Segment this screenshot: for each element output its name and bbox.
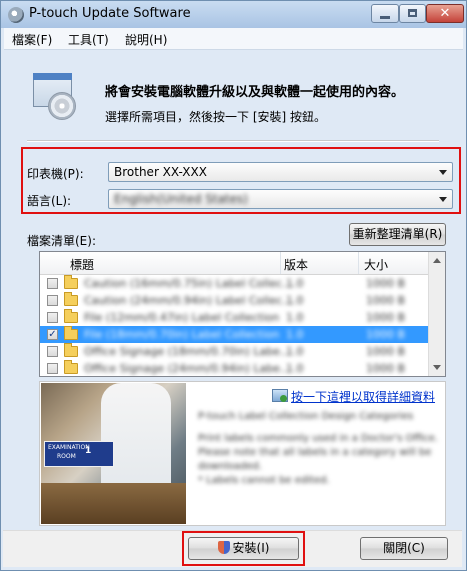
- row-title: Office Signage (24mm/0.94in) Labe...: [84, 362, 291, 375]
- preview-panel: EXAMINATION ROOM 1 按一下這裡以取得詳細資料 P-touch …: [39, 381, 446, 526]
- language-select-value: English(United States): [114, 192, 248, 206]
- sign-text-1: EXAMINATION: [48, 444, 90, 451]
- collection-title: P-touch Label Collection Design Categori…: [198, 411, 414, 422]
- details-link-icon[interactable]: [272, 389, 288, 402]
- sign-text-2: ROOM: [57, 453, 76, 460]
- divider: [27, 140, 439, 142]
- preview-image: EXAMINATION ROOM 1: [41, 383, 186, 524]
- row-title: Caution (16mm/0.75in) Label Collec...: [84, 277, 293, 290]
- sign-number: 1: [85, 446, 92, 456]
- list-item[interactable]: Office Signage (24mm/0.94in) Labe... 1.0 1…: [40, 360, 431, 376]
- column-divider[interactable]: [358, 252, 359, 274]
- desk: [41, 483, 186, 524]
- install-button[interactable]: 安裝(I): [188, 537, 299, 560]
- row-checkbox[interactable]: [47, 278, 58, 289]
- chevron-down-icon: [439, 197, 447, 202]
- list-item[interactable]: ✓ File (18mm/0.70in) Label Collection 1.0 1…: [40, 326, 431, 343]
- chevron-down-icon: [439, 170, 447, 175]
- row-size: 1000 B: [366, 328, 406, 341]
- row-title: File (18mm/0.70in) Label Collection: [84, 328, 280, 341]
- folder-icon: [64, 326, 78, 340]
- description-line: downloaded.: [198, 461, 263, 472]
- refresh-list-button[interactable]: 重新整理清單(R): [349, 223, 446, 246]
- row-version: 1.0: [286, 311, 304, 324]
- details-link[interactable]: 按一下這裡以取得詳細資料: [291, 388, 435, 405]
- minimize-button[interactable]: [371, 4, 399, 23]
- row-version: 1.0: [286, 277, 304, 290]
- title-bar[interactable]: P-touch Update Software ✕: [1, 1, 466, 28]
- folder-icon: [64, 309, 78, 323]
- close-button[interactable]: 關閉(C): [360, 537, 448, 560]
- row-title: Office Signage (18mm/0.70in) Labe...: [84, 345, 291, 358]
- column-size[interactable]: 大小: [364, 256, 388, 273]
- column-title[interactable]: 標題: [70, 256, 94, 273]
- description-line: * Labels cannot be edited.: [198, 475, 330, 486]
- maximize-button[interactable]: [399, 4, 426, 23]
- printer-label: 印表機(P):: [27, 167, 84, 181]
- printer-select-value: Brother XX-XXX: [114, 165, 207, 179]
- language-label: 語言(L):: [27, 194, 72, 208]
- row-title: File (12mm/0.47in) Label Collection: [84, 311, 280, 324]
- row-version: 1.0: [286, 294, 304, 307]
- folder-icon: [64, 275, 78, 289]
- row-version: 1.0: [286, 328, 304, 341]
- menu-tools[interactable]: 工具(T): [68, 31, 109, 48]
- install-button-label: 安裝(I): [232, 541, 270, 555]
- maximize-icon: [408, 9, 417, 17]
- cd-icon: [48, 92, 76, 120]
- page-heading: 將會安裝電腦軟體升級以及與軟體一起使用的內容。: [105, 85, 405, 100]
- list-item[interactable]: Caution (16mm/0.75in) Label Collec... 1.0…: [40, 275, 431, 292]
- menu-help[interactable]: 說明(H): [125, 31, 167, 48]
- window-close-button[interactable]: ✕: [426, 4, 464, 23]
- row-size: 1000 B: [366, 311, 406, 324]
- app-icon: [8, 7, 24, 23]
- printer-select[interactable]: Brother XX-XXX: [108, 162, 453, 182]
- row-size: 1000 B: [366, 345, 406, 358]
- row-size: 1000 B: [366, 362, 406, 375]
- shield-icon: [217, 541, 230, 554]
- folder-icon: [64, 292, 78, 306]
- close-icon: ✕: [439, 6, 451, 21]
- row-size: 1000 B: [366, 294, 406, 307]
- list-item[interactable]: File (12mm/0.47in) Label Collection 1.0 10…: [40, 309, 431, 326]
- menu-bar: 檔案(F) 工具(T) 說明(H): [4, 28, 463, 50]
- file-list: 標題 版本 大小 Caution (16mm/0.75in) Label Col…: [39, 251, 446, 377]
- row-checkbox[interactable]: [47, 346, 58, 357]
- menu-file[interactable]: 檔案(F): [12, 31, 52, 48]
- column-divider[interactable]: [280, 252, 281, 274]
- description-line: Print labels commonly used in a Doctor's…: [198, 433, 438, 444]
- column-version[interactable]: 版本: [284, 256, 308, 273]
- instruction-text: 選擇所需項目，然後按一下 [安裝] 按鈕。: [105, 110, 326, 124]
- vertical-scrollbar[interactable]: [428, 252, 445, 376]
- row-checkbox[interactable]: [47, 363, 58, 374]
- row-title: Caution (24mm/0.94in) Label Collec...: [84, 294, 293, 307]
- row-checkbox[interactable]: [47, 295, 58, 306]
- folder-icon: [64, 343, 78, 357]
- window-title: P-touch Update Software: [29, 6, 191, 21]
- list-item[interactable]: Office Signage (18mm/0.70in) Labe... 1.0 1…: [40, 343, 431, 360]
- list-header: 標題 版本 大小: [40, 252, 431, 275]
- row-size: 1000 B: [366, 277, 406, 290]
- scroll-down-icon[interactable]: [433, 365, 441, 370]
- scroll-up-icon[interactable]: [433, 258, 441, 263]
- row-checkbox[interactable]: [47, 312, 58, 323]
- list-item[interactable]: Caution (24mm/0.94in) Label Collec... 1.0…: [40, 292, 431, 309]
- language-select[interactable]: English(United States): [108, 189, 453, 209]
- examination-room-sign: EXAMINATION ROOM 1: [44, 441, 114, 467]
- minimize-icon: [380, 16, 390, 19]
- row-checkbox[interactable]: ✓: [47, 329, 58, 340]
- folder-icon: [64, 360, 78, 374]
- row-version: 1.0: [286, 362, 304, 375]
- description-line: Please note that all labels in a categor…: [198, 447, 432, 458]
- file-list-label: 檔案清單(E):: [27, 234, 96, 248]
- row-version: 1.0: [286, 345, 304, 358]
